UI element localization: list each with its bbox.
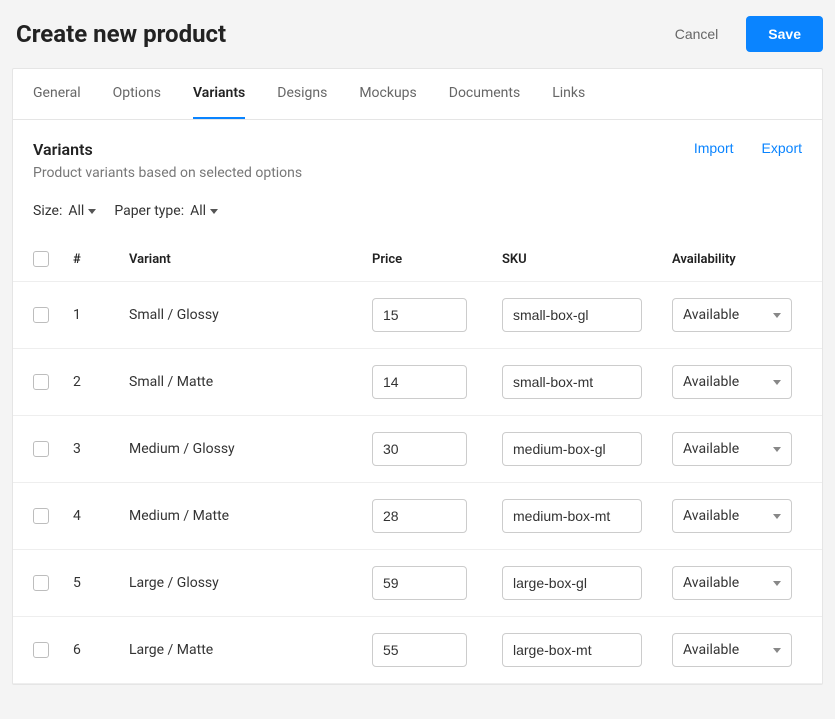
tab-options[interactable]: Options <box>113 69 161 119</box>
availability-select[interactable]: Available <box>672 298 792 332</box>
caret-down-icon <box>773 380 781 385</box>
table-row: 2Small / Matte Available <box>13 349 822 416</box>
filter-paper-dropdown[interactable]: All <box>190 203 218 219</box>
row-checkbox[interactable] <box>33 642 49 658</box>
row-number: 1 <box>73 307 129 323</box>
filter-paper-label: Paper type: <box>114 203 184 219</box>
table-row: 6Large / Matte Available <box>13 617 822 684</box>
row-variant-name: Large / Matte <box>129 642 372 658</box>
column-header-num: # <box>73 252 129 267</box>
row-number: 6 <box>73 642 129 658</box>
tab-designs[interactable]: Designs <box>277 69 327 119</box>
row-number: 4 <box>73 508 129 524</box>
row-number: 2 <box>73 374 129 390</box>
import-button[interactable]: Import <box>694 140 734 156</box>
cancel-button[interactable]: Cancel <box>663 18 731 50</box>
caret-down-icon <box>773 447 781 452</box>
availability-select[interactable]: Available <box>672 633 792 667</box>
availability-select[interactable]: Available <box>672 566 792 600</box>
price-input[interactable] <box>372 432 467 466</box>
page-title: Create new product <box>16 20 226 48</box>
column-header-price: Price <box>372 252 502 267</box>
caret-down-icon <box>210 209 218 214</box>
availability-select[interactable]: Available <box>672 499 792 533</box>
sku-input[interactable] <box>502 298 642 332</box>
row-checkbox[interactable] <box>33 508 49 524</box>
row-checkbox[interactable] <box>33 374 49 390</box>
caret-down-icon <box>773 514 781 519</box>
sku-input[interactable] <box>502 432 642 466</box>
table-row: 5Large / Glossy Available <box>13 550 822 617</box>
row-number: 3 <box>73 441 129 457</box>
caret-down-icon <box>773 648 781 653</box>
export-button[interactable]: Export <box>762 140 802 156</box>
table-row: 4Medium / Matte Available <box>13 483 822 550</box>
row-variant-name: Medium / Glossy <box>129 441 372 457</box>
section-title: Variants <box>33 140 302 159</box>
row-variant-name: Large / Glossy <box>129 575 372 591</box>
tabs: General Options Variants Designs Mockups Docu… <box>13 69 822 120</box>
row-variant-name: Medium / Matte <box>129 508 372 524</box>
price-input[interactable] <box>372 566 467 600</box>
column-header-variant: Variant <box>129 252 372 267</box>
availability-select[interactable]: Available <box>672 432 792 466</box>
availability-value: Available <box>683 441 739 457</box>
availability-value: Available <box>683 642 739 658</box>
row-number: 5 <box>73 575 129 591</box>
sku-input[interactable] <box>502 633 642 667</box>
availability-value: Available <box>683 307 739 323</box>
filter-size-dropdown[interactable]: All <box>68 203 96 219</box>
price-input[interactable] <box>372 365 467 399</box>
tab-documents[interactable]: Documents <box>449 69 520 119</box>
sku-input[interactable] <box>502 566 642 600</box>
row-checkbox[interactable] <box>33 575 49 591</box>
caret-down-icon <box>773 581 781 586</box>
sku-input[interactable] <box>502 365 642 399</box>
tab-general[interactable]: General <box>33 69 81 119</box>
filter-size-label: Size: <box>33 203 62 219</box>
column-header-sku: SKU <box>502 252 672 267</box>
tab-mockups[interactable]: Mockups <box>359 69 416 119</box>
row-variant-name: Small / Matte <box>129 374 372 390</box>
filter-size-value: All <box>68 203 84 219</box>
caret-down-icon <box>88 209 96 214</box>
select-all-checkbox[interactable] <box>33 251 49 267</box>
availability-select[interactable]: Available <box>672 365 792 399</box>
main-panel: General Options Variants Designs Mockups Docu… <box>12 68 823 685</box>
availability-value: Available <box>683 508 739 524</box>
row-checkbox[interactable] <box>33 441 49 457</box>
price-input[interactable] <box>372 298 467 332</box>
caret-down-icon <box>773 313 781 318</box>
filter-paper-value: All <box>190 203 206 219</box>
table-row: 3Medium / Glossy Available <box>13 416 822 483</box>
price-input[interactable] <box>372 499 467 533</box>
section-subtitle: Product variants based on selected optio… <box>33 165 302 181</box>
row-checkbox[interactable] <box>33 307 49 323</box>
row-variant-name: Small / Glossy <box>129 307 372 323</box>
column-header-availability: Availability <box>672 252 802 267</box>
price-input[interactable] <box>372 633 467 667</box>
tab-links[interactable]: Links <box>552 69 585 119</box>
tab-variants[interactable]: Variants <box>193 69 245 119</box>
availability-value: Available <box>683 575 739 591</box>
availability-value: Available <box>683 374 739 390</box>
table-row: 1Small / Glossy Available <box>13 282 822 349</box>
sku-input[interactable] <box>502 499 642 533</box>
save-button[interactable]: Save <box>746 16 823 52</box>
